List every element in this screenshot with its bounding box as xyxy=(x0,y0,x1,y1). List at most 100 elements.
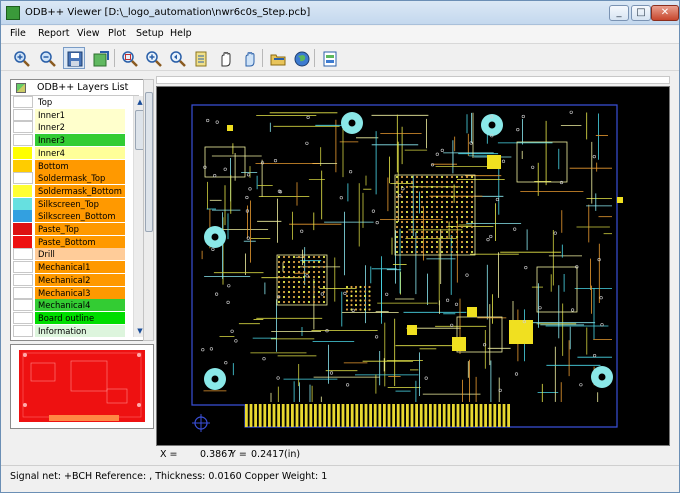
panel-scrollbar[interactable] xyxy=(143,79,154,341)
edge-connector-finger xyxy=(456,404,460,427)
layer-color-swatch[interactable] xyxy=(13,235,33,248)
layer-color-swatch[interactable] xyxy=(13,210,33,223)
menu-view[interactable]: View xyxy=(77,28,100,39)
layer-color-swatch[interactable] xyxy=(13,223,33,235)
layer-color-swatch[interactable] xyxy=(13,146,33,159)
bga-pad xyxy=(410,205,414,209)
menu-plot[interactable]: Plot xyxy=(108,28,126,39)
export-icon[interactable] xyxy=(89,47,111,69)
layer-row[interactable]: Mechanical3 xyxy=(13,286,125,300)
layer-row[interactable]: Mechanical2 xyxy=(13,273,125,287)
bga-pad xyxy=(430,195,434,199)
layer-color-swatch[interactable] xyxy=(13,299,33,312)
save-icon[interactable] xyxy=(63,47,85,69)
zoom-out-icon[interactable] xyxy=(36,47,58,69)
bga-pad xyxy=(395,215,399,219)
menu-help[interactable]: Help xyxy=(170,28,192,39)
layer-color-swatch[interactable] xyxy=(13,121,33,134)
layer-row[interactable]: Top xyxy=(13,96,125,109)
layer-color-swatch[interactable] xyxy=(13,197,33,210)
layer-row[interactable]: Soldermask_Bottom xyxy=(13,184,125,198)
bga-pad xyxy=(345,299,349,302)
layer-color-swatch[interactable] xyxy=(13,273,33,286)
bga-pad xyxy=(450,190,454,194)
zoom-window-icon[interactable] xyxy=(118,47,140,69)
maximize-button[interactable]: □ xyxy=(631,5,651,21)
layer-color-swatch[interactable] xyxy=(13,172,33,185)
status-bar: Signal net: +BCH Reference: , Thickness:… xyxy=(1,465,679,492)
layer-color-swatch[interactable] xyxy=(13,108,33,121)
layer-color-swatch[interactable] xyxy=(13,159,33,172)
edge-connector-finger xyxy=(479,404,483,427)
board-thumbnail[interactable] xyxy=(10,344,154,429)
layer-row[interactable]: Board outline xyxy=(13,311,125,325)
layer-row[interactable]: Silkscreen_Bottom xyxy=(13,210,125,223)
bga-pad xyxy=(425,240,429,244)
bga-pad xyxy=(345,294,349,298)
layer-row[interactable]: Inner3 xyxy=(13,134,125,147)
zoom-in-icon[interactable] xyxy=(10,47,32,69)
bga-pad xyxy=(410,180,414,184)
menu-report[interactable]: Report xyxy=(38,28,70,39)
layer-row[interactable]: Inner1 xyxy=(13,108,125,122)
edge-connector-finger xyxy=(364,404,368,427)
bga-pad xyxy=(425,230,429,234)
bga-pad xyxy=(368,290,371,293)
layer-row[interactable]: Paste_Top xyxy=(13,223,125,236)
bga-pad xyxy=(410,245,414,249)
bga-pad xyxy=(410,235,414,239)
bga-pad xyxy=(297,260,301,264)
menu-setup[interactable]: Setup xyxy=(136,28,164,39)
open-folder-icon[interactable] xyxy=(266,47,288,69)
bga-pad xyxy=(287,290,291,294)
bga-pad xyxy=(415,225,419,229)
edge-connector-finger xyxy=(341,404,345,427)
layer-row[interactable]: Paste_Bottom xyxy=(13,235,125,249)
bga-pad xyxy=(430,210,434,214)
layer-row[interactable]: Drill xyxy=(13,248,125,261)
layer-color-swatch[interactable] xyxy=(13,248,33,261)
layer-row[interactable]: Inner4 xyxy=(13,146,125,160)
bga-pad xyxy=(410,230,414,234)
pan-hand-icon[interactable] xyxy=(238,47,260,69)
pcb-canvas[interactable] xyxy=(156,86,670,446)
layer-color-swatch[interactable] xyxy=(13,96,33,108)
zoom-previous-icon[interactable] xyxy=(166,47,188,69)
layer-row[interactable]: Mechanical4 xyxy=(13,299,125,312)
bga-pad xyxy=(359,303,362,307)
layer-color-swatch[interactable] xyxy=(13,286,33,299)
horizontal-scrollbar[interactable] xyxy=(156,76,670,84)
bga-pad xyxy=(460,225,464,229)
layer-color-swatch[interactable] xyxy=(13,261,33,274)
bga-pad xyxy=(455,215,459,219)
bga-pad xyxy=(445,250,449,254)
layer-color-swatch[interactable] xyxy=(13,324,33,337)
layer-row[interactable]: Information xyxy=(13,324,125,338)
layer-color-swatch[interactable] xyxy=(13,184,33,197)
layer-row[interactable]: Inner2 xyxy=(13,121,125,134)
menu-file[interactable]: File xyxy=(10,28,26,39)
report-icon[interactable] xyxy=(318,47,340,69)
globe-icon[interactable] xyxy=(290,47,312,69)
layer-row[interactable]: Mechanical1 xyxy=(13,261,125,274)
zoom-fit-icon[interactable] xyxy=(142,47,164,69)
component-pad xyxy=(467,307,477,317)
layer-row[interactable]: Bottom xyxy=(13,159,125,173)
layer-row[interactable]: Soldermask_Top xyxy=(13,172,125,185)
panel-scroll-thumb[interactable] xyxy=(145,92,153,232)
title-bar[interactable]: ODB++ Viewer [D:\_logo_automation\nwr6c0… xyxy=(1,1,679,25)
close-button[interactable]: ✕ xyxy=(651,5,679,21)
minimize-button[interactable]: _ xyxy=(609,5,629,21)
bga-pad xyxy=(415,245,419,249)
bga-pad xyxy=(460,235,464,239)
layer-row[interactable]: Silkscreen_Top xyxy=(13,197,125,211)
bga-pad xyxy=(400,220,404,224)
bga-pad xyxy=(425,185,429,189)
bga-pad xyxy=(322,265,326,269)
layer-icon[interactable] xyxy=(190,47,212,69)
bga-pad xyxy=(410,190,414,194)
component-pad xyxy=(487,155,501,169)
layer-color-swatch[interactable] xyxy=(13,134,33,147)
layer-color-swatch[interactable] xyxy=(13,311,33,324)
pan-icon[interactable] xyxy=(214,47,236,69)
